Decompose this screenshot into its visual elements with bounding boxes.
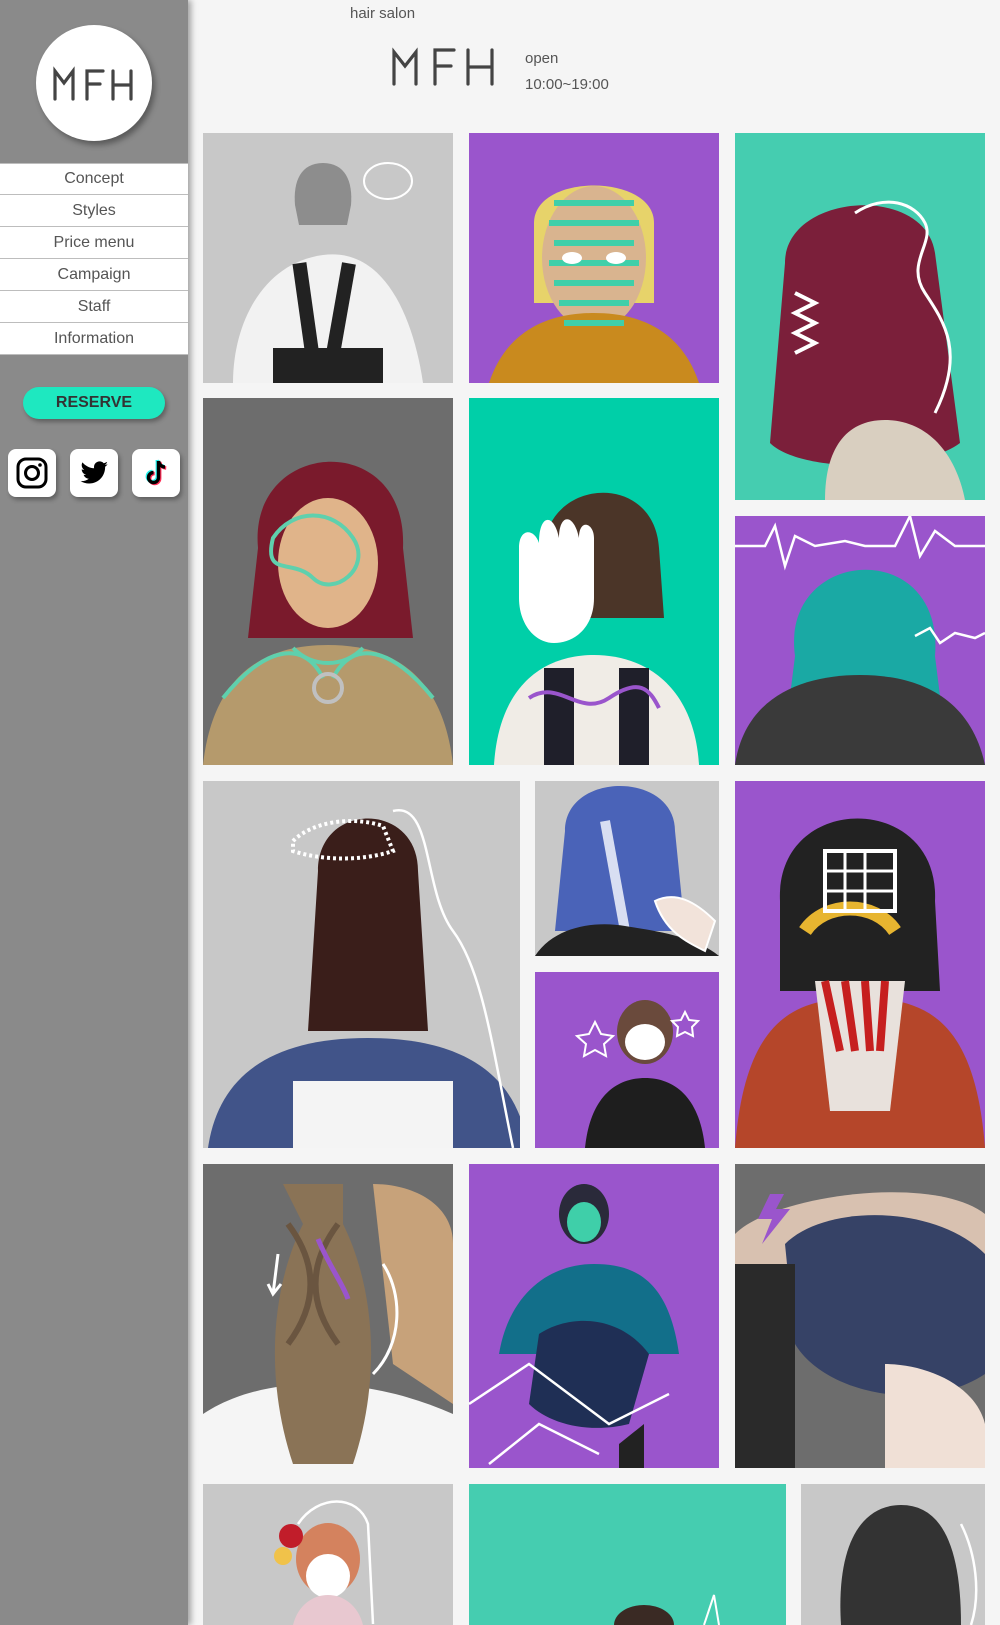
style-photo[interactable]: [535, 781, 719, 956]
style-photo[interactable]: [535, 972, 719, 1148]
menu-item-styles[interactable]: Styles: [0, 195, 188, 227]
reserve-button[interactable]: RESERVE: [23, 387, 165, 419]
twitter-icon: [80, 461, 108, 484]
style-photo[interactable]: [203, 1484, 453, 1625]
style-photo[interactable]: [735, 1164, 985, 1468]
style-photo[interactable]: [735, 133, 985, 500]
brand-mark-icon: [392, 47, 494, 86]
style-photo[interactable]: [203, 398, 453, 765]
open-label: open: [525, 50, 559, 67]
style-photo[interactable]: [203, 133, 453, 383]
style-photo[interactable]: [801, 1484, 985, 1625]
instagram-link[interactable]: [8, 449, 56, 497]
tagline: hair salon: [350, 5, 416, 22]
style-photo[interactable]: [469, 133, 719, 383]
style-photo[interactable]: [469, 1164, 719, 1468]
style-photo[interactable]: [469, 1484, 786, 1625]
menu-item-campaign[interactable]: Campaign: [0, 259, 188, 291]
twitter-link[interactable]: [70, 449, 118, 497]
style-photo[interactable]: [203, 781, 520, 1148]
tiktok-icon: [145, 459, 167, 486]
style-photo[interactable]: [203, 1164, 453, 1468]
menu-item-price-menu[interactable]: Price menu: [0, 227, 188, 259]
logo-mark-icon: [53, 66, 133, 101]
style-photo[interactable]: [735, 781, 985, 1148]
instagram-icon: [16, 457, 48, 489]
sidebar: Concept Styles Price menu Campaign Staff…: [0, 0, 188, 1625]
style-photo[interactable]: [735, 516, 985, 765]
style-photo[interactable]: [469, 398, 719, 765]
opening-hours: open 10:00~19:00: [525, 46, 609, 98]
menu-item-information[interactable]: Information: [0, 323, 188, 355]
menu-item-concept[interactable]: Concept: [0, 163, 188, 195]
menu-item-staff[interactable]: Staff: [0, 291, 188, 323]
tiktok-link[interactable]: [132, 449, 180, 497]
main-menu: Concept Styles Price menu Campaign Staff…: [0, 163, 188, 355]
hours-text: 10:00~19:00: [525, 76, 609, 93]
brand-logo[interactable]: [390, 44, 500, 93]
logo[interactable]: [36, 25, 152, 141]
